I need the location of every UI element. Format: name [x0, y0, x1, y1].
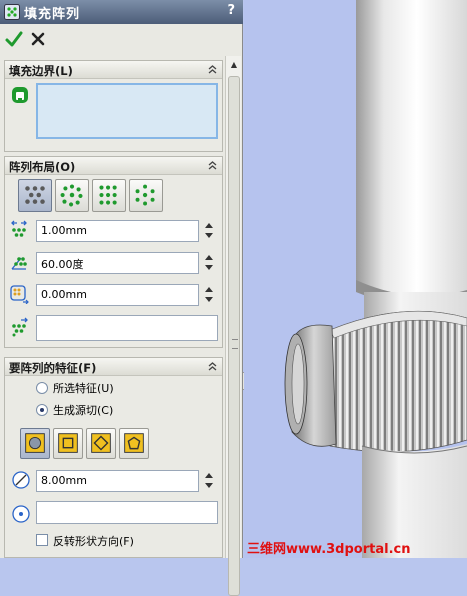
polygon-shape-icon	[124, 433, 144, 453]
vertex-selection-input[interactable]	[36, 501, 218, 524]
group-fill-boundary: 填充边界(L)	[4, 60, 223, 152]
stagger-angle-input[interactable]: 60.00度	[36, 252, 199, 274]
spin-up-icon[interactable]	[205, 223, 213, 228]
group-title: 阵列布局(O)	[9, 160, 76, 174]
spin-down-icon[interactable]	[205, 483, 213, 488]
panel-title: 填充阵列	[24, 7, 81, 22]
help-button[interactable]: ?	[227, 3, 235, 18]
margins-input[interactable]: 0.00mm	[36, 284, 199, 306]
pattern-direction-icon	[12, 317, 28, 337]
panel-scrollbar[interactable]: ▲	[225, 56, 241, 596]
group-title: 填充边界(L)	[9, 64, 73, 78]
selected-features-radio[interactable]	[36, 382, 48, 394]
stagger-angle-spinner[interactable]	[204, 252, 214, 274]
instance-spacing-icon	[11, 220, 27, 237]
diameter-value: 8.00mm	[41, 474, 87, 487]
boundary-selection-box[interactable]	[36, 83, 218, 139]
shape-circle-button[interactable]	[20, 428, 50, 459]
group-title: 要阵列的特征(F)	[9, 361, 97, 375]
layout-circular-button[interactable]	[55, 179, 89, 212]
fill-pattern-icon	[4, 4, 20, 20]
spin-down-icon[interactable]	[205, 233, 213, 238]
stagger-angle-icon	[11, 257, 27, 270]
scroll-up-icon[interactable]: ▲	[227, 58, 241, 72]
group-pattern-layout: 阵列布局(O) 1.00mm 60.00度 0.00mm	[4, 156, 223, 348]
spin-up-icon[interactable]	[205, 473, 213, 478]
margins-icon	[10, 285, 29, 304]
vertex-icon	[12, 505, 30, 523]
collapse-chevron-icon[interactable]	[206, 63, 219, 76]
collapse-chevron-icon[interactable]	[206, 360, 219, 373]
flip-shape-label[interactable]: 反转形状方向(F)	[53, 533, 134, 549]
group-header[interactable]: 要阵列的特征(F)	[5, 358, 222, 376]
margins-value: 0.00mm	[41, 288, 87, 301]
flip-shape-checkbox[interactable]	[36, 534, 48, 546]
instance-spacing-spinner[interactable]	[204, 220, 214, 242]
spin-up-icon[interactable]	[205, 287, 213, 292]
circular-pattern-icon	[60, 184, 83, 207]
boundary-selection-icon	[12, 87, 28, 103]
diamond-shape-icon	[91, 433, 111, 453]
group-features-to-pattern: 要阵列的特征(F) 所选特征(U) 生成源切(C) 8.00mm 反转形状方向(…	[4, 357, 223, 558]
shape-diamond-button[interactable]	[86, 428, 116, 459]
create-seed-cut-radio[interactable]	[36, 404, 48, 416]
scrollbar-grip	[232, 339, 238, 349]
instance-spacing-input[interactable]: 1.00mm	[36, 220, 199, 242]
diameter-input[interactable]: 8.00mm	[36, 470, 199, 492]
group-header[interactable]: 填充边界(L)	[5, 61, 222, 79]
diameter-icon	[12, 471, 30, 489]
perforation-pattern-icon	[25, 186, 45, 204]
spin-down-icon[interactable]	[205, 265, 213, 270]
property-manager-panel: 填充阵列 ? 填充边界(L) 阵列布局(O) 1.00mm 60.00度 0.0…	[0, 0, 243, 596]
spin-up-icon[interactable]	[205, 255, 213, 260]
collapse-chevron-icon[interactable]	[206, 159, 219, 172]
part-model-render	[244, 0, 467, 558]
scrollbar-thumb[interactable]	[228, 76, 240, 596]
square-pattern-icon	[99, 185, 117, 205]
pattern-direction-input[interactable]	[36, 315, 218, 341]
create-seed-cut-label[interactable]: 生成源切(C)	[53, 402, 113, 418]
square-shape-icon	[58, 433, 78, 453]
graphics-viewport[interactable]	[244, 0, 467, 558]
group-header[interactable]: 阵列布局(O)	[5, 157, 222, 175]
site-watermark: 三维网www.3dportal.cn	[247, 542, 411, 557]
diameter-spinner[interactable]	[204, 470, 214, 492]
panel-titlebar: 填充阵列 ?	[0, 0, 243, 24]
action-row	[0, 26, 243, 52]
shape-square-button[interactable]	[53, 428, 83, 459]
circle-shape-icon	[25, 433, 45, 453]
cancel-x-icon[interactable]	[28, 28, 48, 50]
ok-check-icon[interactable]	[4, 28, 24, 50]
stagger-angle-value: 60.00度	[41, 258, 84, 271]
polygon-pattern-icon	[135, 184, 155, 206]
spin-down-icon[interactable]	[205, 297, 213, 302]
instance-spacing-value: 1.00mm	[41, 224, 87, 237]
layout-polygon-button[interactable]	[129, 179, 163, 212]
margins-spinner[interactable]	[204, 284, 214, 306]
selected-features-label[interactable]: 所选特征(U)	[53, 380, 114, 396]
layout-square-button[interactable]	[92, 179, 126, 212]
layout-perforation-button[interactable]	[18, 179, 52, 212]
shape-polygon-button[interactable]	[119, 428, 149, 459]
